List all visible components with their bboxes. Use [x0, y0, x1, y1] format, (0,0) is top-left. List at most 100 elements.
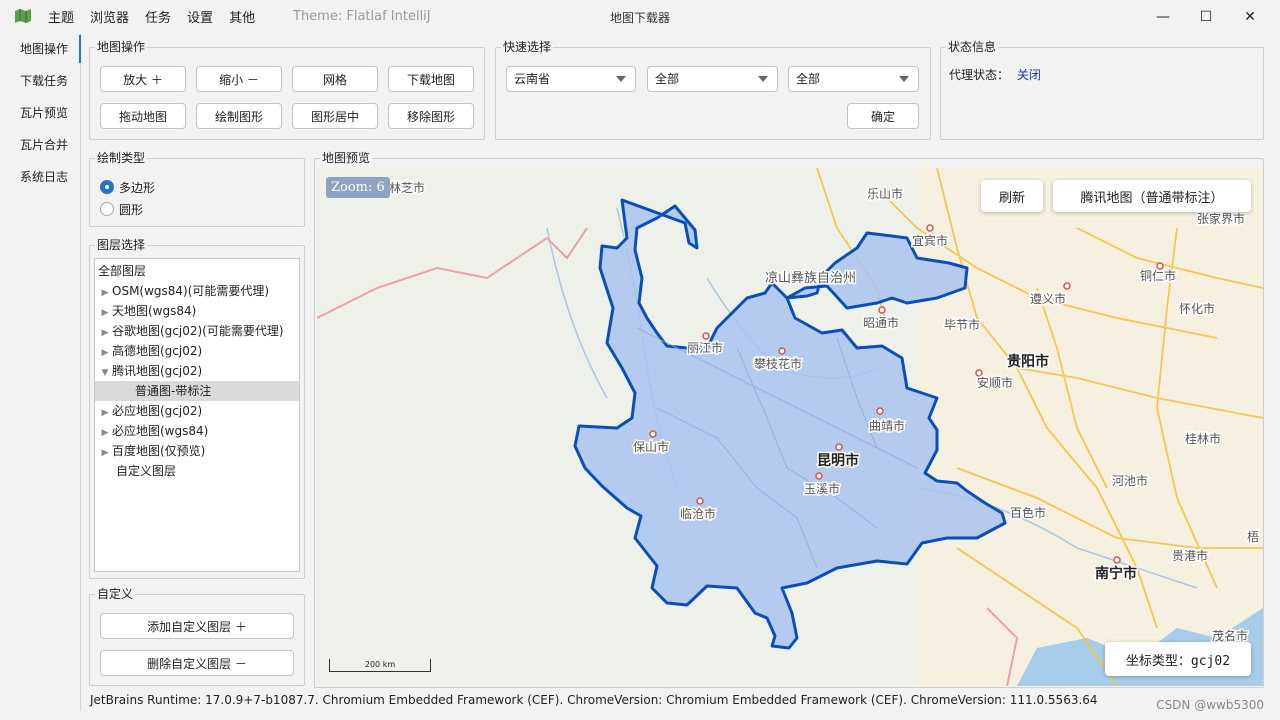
- expand-arrow-icon[interactable]: ▶: [98, 323, 112, 343]
- collapse-arrow-icon[interactable]: ▼: [98, 363, 112, 383]
- minimize-button[interactable]: —: [1140, 0, 1186, 33]
- map-preview-title: 地图预览: [320, 151, 373, 166]
- expand-arrow-icon[interactable]: ▶: [98, 423, 112, 443]
- menu-settings[interactable]: 设置: [179, 7, 221, 26]
- nav-download-tasks[interactable]: 下载任务: [8, 65, 81, 97]
- coord-type-label: 坐标类型：gcj02: [1105, 642, 1251, 676]
- tree-item-tencent[interactable]: ▼ 腾讯地图(gcj02): [95, 361, 299, 381]
- east-land: [917, 168, 1263, 686]
- layer-select-title: 图层选择: [95, 238, 148, 253]
- map-label: 攀枝花市: [754, 356, 802, 371]
- zoom-out-button[interactable]: 缩小 －: [196, 66, 282, 92]
- map-label: 林芝市: [389, 180, 425, 195]
- expand-arrow-icon[interactable]: ▶: [98, 283, 112, 303]
- zoom-in-button[interactable]: 放大 ＋: [100, 66, 186, 92]
- expand-arrow-icon[interactable]: ▶: [98, 403, 112, 423]
- proxy-status: 代理状态： 关闭: [949, 66, 1041, 83]
- quick-select-title: 快速选择: [501, 40, 554, 55]
- city-dot: [778, 347, 786, 355]
- tree-item-bing-gcj02[interactable]: ▶ 必应地图(gcj02): [95, 401, 299, 421]
- radio-circle-label: 圆形: [119, 202, 144, 217]
- radio-polygon[interactable]: 多边形: [100, 178, 155, 196]
- radio-circle[interactable]: 圆形: [100, 200, 143, 218]
- nav-map-ops[interactable]: 地图操作: [8, 33, 81, 65]
- side-nav: 地图操作 下载任务 瓦片预览 瓦片合并 系统日志: [8, 33, 81, 711]
- city-dot: [835, 443, 843, 451]
- draw-type-title: 绘制类型: [95, 151, 148, 166]
- city-dot: [1063, 282, 1071, 290]
- center-shape-button[interactable]: 图形居中: [292, 103, 378, 129]
- remove-custom-layer-button[interactable]: 删除自定义图层 －: [100, 650, 294, 676]
- city-dot: [878, 306, 886, 314]
- map-label: 昆明市: [817, 452, 859, 469]
- expand-arrow-icon[interactable]: ▶: [98, 303, 112, 323]
- custom-title: 自定义: [95, 587, 136, 602]
- radio-unchecked-icon: [100, 202, 114, 216]
- map-label: 贵港市: [1172, 548, 1208, 563]
- map-label: 贵阳市: [1007, 353, 1049, 370]
- map-label: 梧: [1247, 529, 1259, 544]
- radio-checked-icon: [100, 180, 114, 194]
- map-label: 保山市: [633, 439, 669, 454]
- nav-system-log[interactable]: 系统日志: [8, 161, 81, 193]
- layer-name-button[interactable]: 腾讯地图（普通带标注）: [1053, 180, 1251, 212]
- drag-map-button[interactable]: 拖动地图: [100, 103, 186, 129]
- title-bar: 主题 浏览器 任务 设置 其他 Theme: Flatlaf IntelliJ …: [0, 0, 1280, 33]
- map-label: 乐山市: [867, 186, 903, 201]
- tree-item-amap[interactable]: ▶ 高德地图(gcj02): [95, 341, 299, 361]
- proxy-status-value: 关闭: [1016, 68, 1041, 82]
- tree-item-bing-wgs84[interactable]: ▶ 必应地图(wgs84): [95, 421, 299, 441]
- watermark: CSDN @wwb5300: [1156, 698, 1264, 712]
- download-map-button[interactable]: 下载地图: [388, 66, 474, 92]
- menu-bar: 主题 浏览器 任务 设置 其他: [40, 0, 263, 33]
- nav-tile-merge[interactable]: 瓦片合并: [8, 129, 81, 161]
- map-label: 张家界市: [1197, 211, 1245, 226]
- status-info-group: 状态信息 代理状态： 关闭: [940, 40, 1264, 140]
- city-value: 全部: [655, 72, 680, 86]
- map-label: 毕节市: [944, 317, 980, 332]
- draw-shape-button[interactable]: 绘制图形: [196, 103, 282, 129]
- district-value: 全部: [796, 72, 821, 86]
- status-bar: JetBrains Runtime: 17.0.9+7-b1087.7. Chr…: [90, 693, 1098, 707]
- layer-tree[interactable]: 全部图层 ▶ OSM(wgs84)(可能需要代理) ▶ 天地图(wgs84) ▶ 谷歌…: [94, 258, 300, 572]
- proxy-status-label: 代理状态：: [949, 68, 1010, 82]
- expand-arrow-icon[interactable]: ▶: [98, 343, 112, 363]
- menu-theme[interactable]: 主题: [40, 7, 82, 26]
- tree-item-tianditu[interactable]: ▶ 天地图(wgs84): [95, 301, 299, 321]
- chevron-down-icon: [899, 76, 909, 82]
- nav-tile-preview[interactable]: 瓦片预览: [8, 97, 81, 129]
- city-dot: [649, 430, 657, 438]
- tree-item-baidu[interactable]: ▶ 百度地图(仅预览): [95, 441, 299, 461]
- map-label: 曲靖市: [869, 418, 905, 433]
- city-select[interactable]: 全部: [647, 66, 778, 92]
- theme-label: Theme: Flatlaf IntelliJ: [293, 9, 431, 24]
- city-dot: [1113, 556, 1121, 564]
- city-dot: [815, 472, 823, 480]
- tree-item-tencent-normal[interactable]: 普通图-带标注: [95, 381, 299, 401]
- map-label: 茂名市: [1212, 628, 1248, 643]
- app-map-icon: [15, 9, 31, 23]
- tree-item-osm[interactable]: ▶ OSM(wgs84)(可能需要代理): [95, 281, 299, 301]
- maximize-button[interactable]: ☐: [1183, 0, 1229, 33]
- remove-shape-button[interactable]: 移除图形: [388, 103, 474, 129]
- tree-item-all-layers[interactable]: 全部图层: [95, 261, 299, 281]
- map-label: 铜仁市: [1140, 268, 1176, 283]
- grid-button[interactable]: 网格: [292, 66, 378, 92]
- close-button[interactable]: ✕: [1227, 0, 1273, 33]
- map-canvas[interactable]: 林芝市 乐山市 宜宾市 张家界市 凉山彝族自治州 铜仁市 遵义市 怀化市 昭通市…: [317, 168, 1263, 686]
- add-custom-layer-button[interactable]: 添加自定义图层 ＋: [100, 613, 294, 639]
- confirm-button[interactable]: 确定: [847, 103, 919, 129]
- refresh-button[interactable]: 刷新: [981, 180, 1043, 212]
- map-label: 遵义市: [1030, 291, 1066, 306]
- map-label: 南宁市: [1095, 565, 1137, 582]
- map-view[interactable]: 林芝市 乐山市 宜宾市 张家界市 凉山彝族自治州 铜仁市 遵义市 怀化市 昭通市…: [317, 168, 1263, 686]
- tree-item-google[interactable]: ▶ 谷歌地图(gcj02)(可能需要代理): [95, 321, 299, 341]
- menu-other[interactable]: 其他: [221, 7, 263, 26]
- province-select[interactable]: 云南省: [506, 66, 636, 92]
- district-select[interactable]: 全部: [788, 66, 919, 92]
- tree-item-custom[interactable]: 自定义图层: [95, 461, 299, 481]
- menu-tasks[interactable]: 任务: [137, 7, 179, 26]
- expand-arrow-icon[interactable]: ▶: [98, 443, 112, 463]
- menu-browser[interactable]: 浏览器: [82, 7, 137, 26]
- map-label: 百色市: [1010, 505, 1046, 520]
